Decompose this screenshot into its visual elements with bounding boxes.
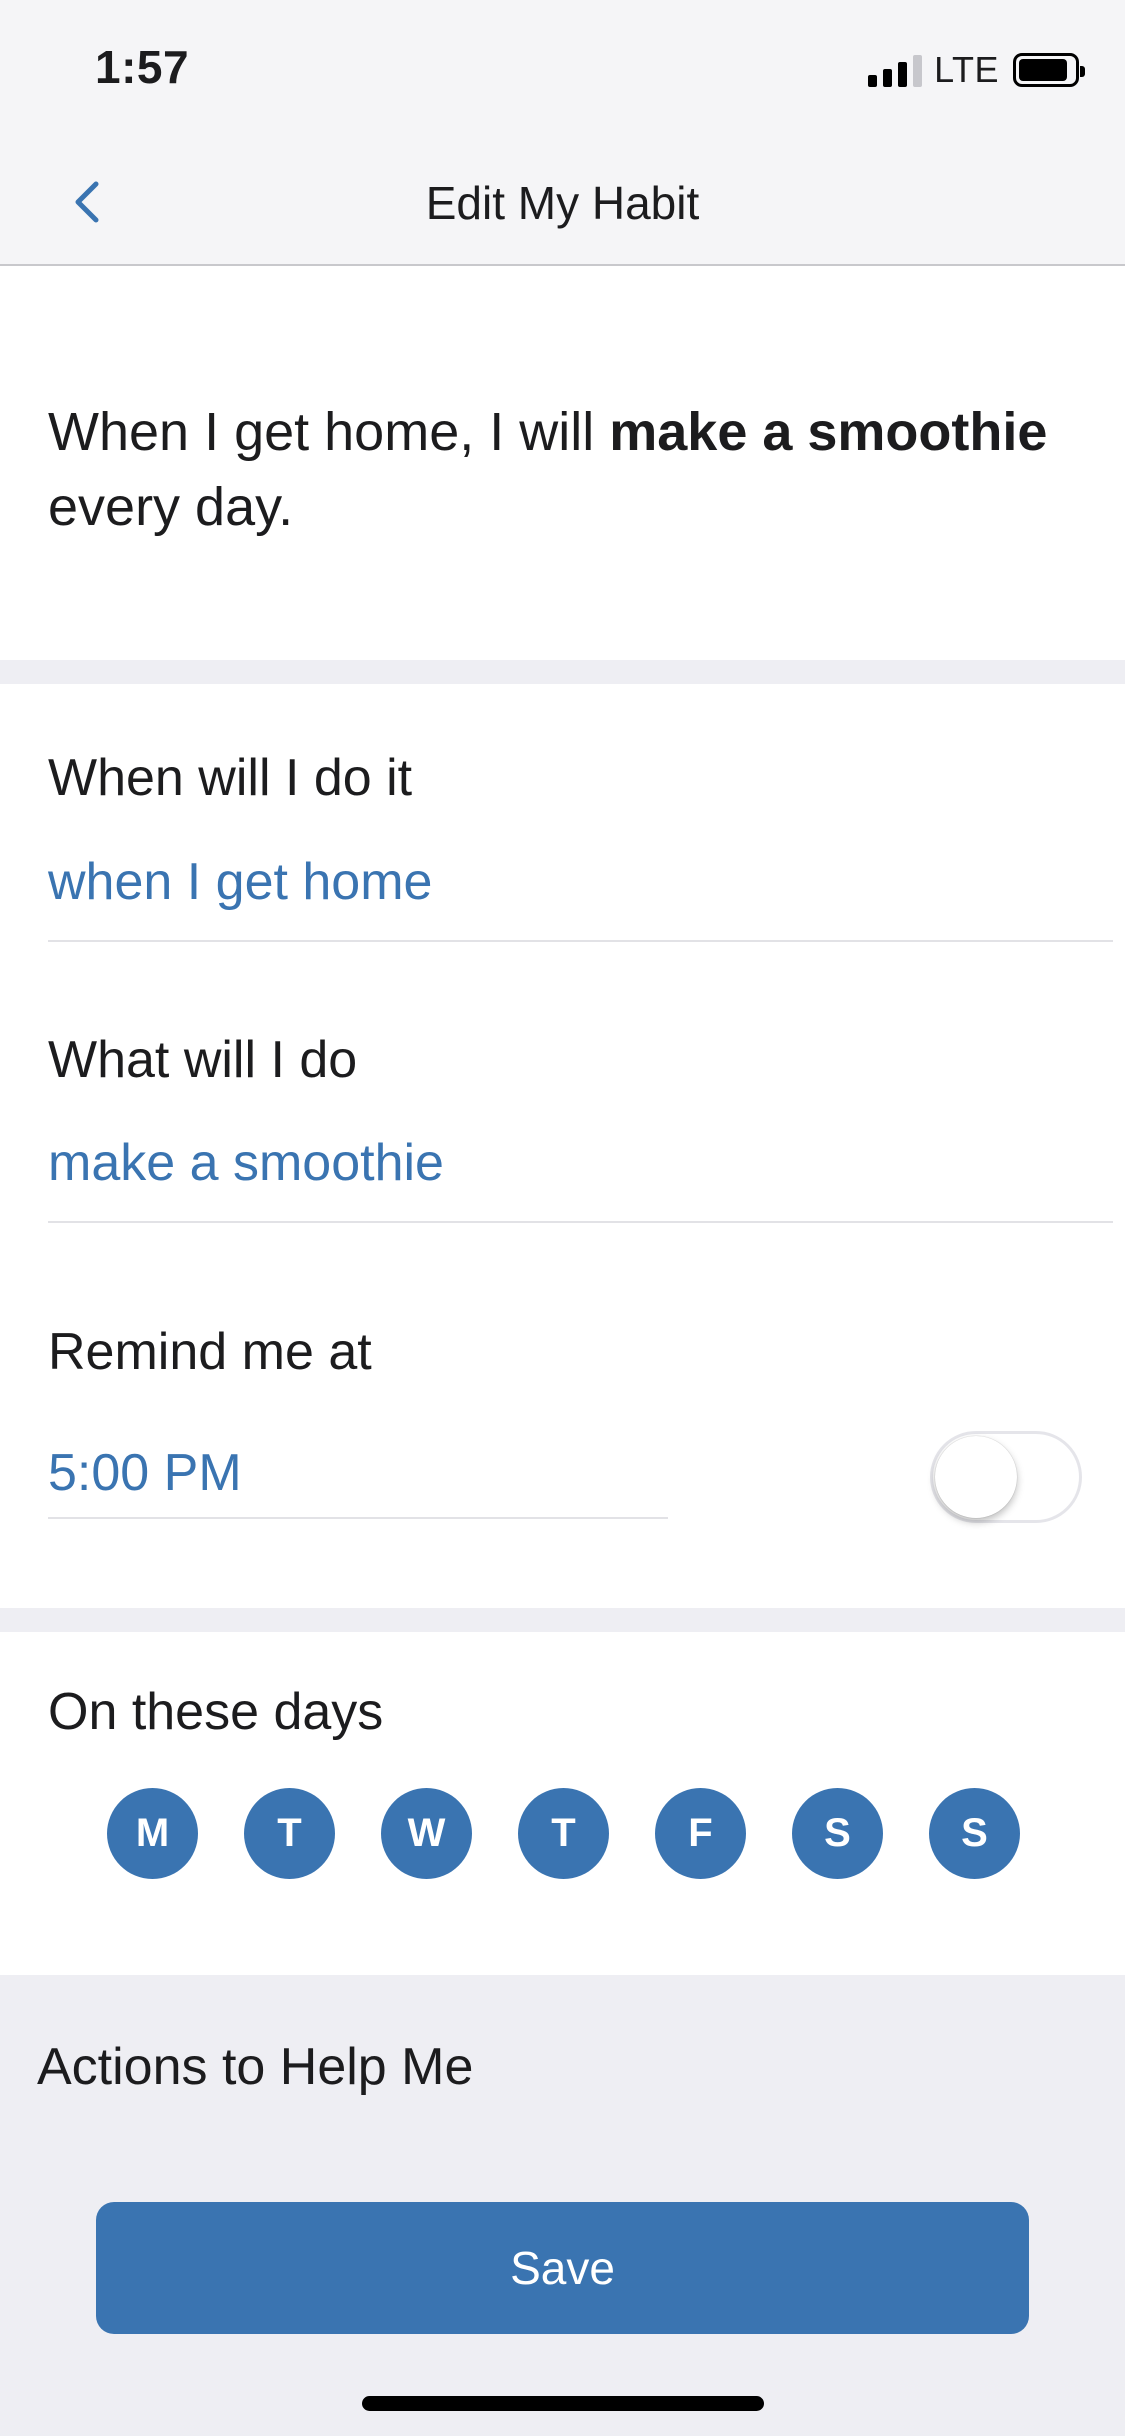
when-underline	[48, 940, 1113, 942]
day-toggle-wednesday[interactable]: W	[381, 1788, 472, 1879]
what-underline	[48, 1221, 1113, 1223]
day-toggle-friday[interactable]: F	[655, 1788, 746, 1879]
day-selector: M T W T F S S	[107, 1788, 1020, 1879]
day-toggle-tuesday[interactable]: T	[244, 1788, 335, 1879]
what-label: What will I do	[48, 1031, 358, 1089]
reminder-time-field[interactable]: 5:00 PM	[48, 1443, 242, 1503]
battery-icon	[1013, 53, 1085, 87]
habit-summary: When I get home, I will make a smoothie …	[48, 395, 1088, 545]
toggle-knob	[935, 1436, 1017, 1518]
summary-habit: make a smoothie	[609, 402, 1048, 462]
status-bar: 1:57 LTE	[0, 0, 1125, 138]
when-label: When will I do it	[48, 749, 413, 807]
reminder-toggle[interactable]	[930, 1431, 1082, 1523]
days-label: On these days	[48, 1683, 384, 1741]
cellular-signal-icon	[868, 53, 923, 87]
home-indicator	[362, 2396, 764, 2411]
network-type: LTE	[934, 49, 999, 90]
day-toggle-sunday[interactable]: S	[929, 1788, 1020, 1879]
reminder-label: Remind me at	[48, 1323, 372, 1381]
day-toggle-thursday[interactable]: T	[518, 1788, 609, 1879]
day-toggle-monday[interactable]: M	[107, 1788, 198, 1879]
section-divider	[0, 660, 1125, 684]
summary-suffix: every day.	[48, 477, 294, 537]
when-field[interactable]: when I get home	[48, 852, 432, 912]
status-time: 1:57	[95, 41, 190, 93]
summary-prefix: When I get home, I will	[48, 402, 610, 462]
page-title: Edit My Habit	[425, 177, 700, 229]
navigation-bar: Edit My Habit	[0, 138, 1125, 266]
save-button[interactable]: Save	[96, 2202, 1029, 2334]
actions-title: Actions to Help Me	[37, 2038, 474, 2096]
status-indicators: LTE	[868, 46, 1085, 94]
day-toggle-saturday[interactable]: S	[792, 1788, 883, 1879]
reminder-underline	[48, 1517, 668, 1519]
what-field[interactable]: make a smoothie	[48, 1133, 444, 1193]
section-divider	[0, 1608, 1125, 1632]
